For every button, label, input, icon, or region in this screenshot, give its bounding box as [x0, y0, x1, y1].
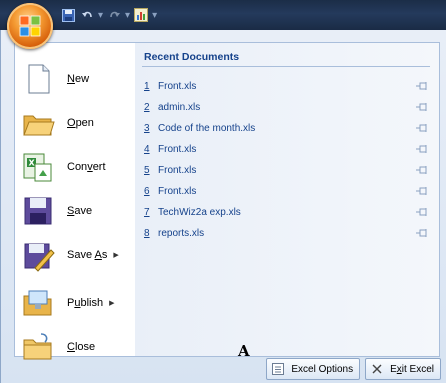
excel-options-label: Excel Options: [291, 363, 354, 375]
recent-documents-pane: Recent Documents 1 Front.xls 2 admin.xls…: [135, 42, 440, 357]
open-folder-icon: [23, 115, 55, 136]
pin-icon[interactable]: [415, 143, 429, 155]
recent-document-number: 7: [144, 206, 150, 218]
menu-item-publish[interactable]: Publish ▶: [21, 283, 129, 323]
recent-document-number: 5: [144, 164, 150, 176]
menu-footer: Excel Options Exit Excel: [266, 358, 441, 380]
left-command-pane: New Open X Convert Save Save As ▶ Publis…: [14, 42, 136, 360]
recent-document-item[interactable]: 8 reports.xls: [144, 224, 429, 242]
recent-document-name: reports.xls: [158, 227, 205, 239]
menu-item-save-as-label: Save As: [67, 249, 108, 261]
pin-icon[interactable]: [415, 80, 429, 92]
close-icon: [372, 364, 382, 374]
recent-document-name: Code of the month.xls: [158, 122, 256, 134]
recent-document-item[interactable]: 6 Front.xls: [144, 182, 429, 200]
exit-excel-label: Exit Excel: [390, 363, 434, 375]
submenu-arrow-icon: ▶: [113, 252, 119, 259]
menu-item-save-label: Save: [67, 205, 93, 217]
recent-document-name: Front.xls: [158, 185, 197, 197]
menu-item-new[interactable]: New: [21, 59, 129, 99]
recent-document-name: TechWiz2a exp.xls: [158, 206, 241, 218]
recent-document-number: 8: [144, 227, 150, 239]
recent-document-name: Front.xls: [158, 164, 197, 176]
recent-document-item[interactable]: 3 Code of the month.xls: [144, 119, 429, 137]
pin-icon[interactable]: [415, 101, 429, 113]
publish-icon: [23, 290, 52, 316]
pin-icon[interactable]: [415, 164, 429, 176]
pin-icon[interactable]: [415, 227, 429, 239]
office-menu: New Open X Convert Save Save As ▶ Publis…: [0, 30, 446, 383]
undo-icon[interactable]: [79, 7, 95, 23]
recent-document-item[interactable]: 5 Front.xls: [144, 161, 429, 179]
submenu-arrow-icon: ▶: [109, 300, 115, 307]
recent-document-number: 2: [144, 101, 150, 113]
menu-item-publish-label: Publish: [67, 297, 104, 309]
recent-document-number: 4: [144, 143, 150, 155]
redo-dropdown-icon[interactable]: ▾: [125, 10, 130, 21]
quick-access-toolbar: ▾ ▾ ▾: [60, 5, 157, 25]
excel-options-button[interactable]: Excel Options: [266, 358, 361, 380]
recent-documents-title: Recent Documents: [144, 51, 240, 63]
save-icon: [24, 197, 52, 225]
save-icon[interactable]: [60, 7, 76, 23]
recent-document-item[interactable]: 4 Front.xls: [144, 140, 429, 158]
menu-item-new-label: New: [67, 73, 90, 85]
convert-icon: X: [23, 153, 52, 182]
new-document-icon: [28, 64, 50, 94]
recent-document-item[interactable]: 2 admin.xls: [144, 98, 429, 116]
recent-document-name: Front.xls: [158, 143, 197, 155]
divider: [142, 66, 430, 67]
recent-document-name: admin.xls: [158, 101, 201, 113]
menu-item-close-label: Close: [67, 341, 96, 353]
office-button[interactable]: [7, 3, 53, 49]
menu-item-save-as[interactable]: Save As ▶: [21, 235, 129, 275]
pin-icon[interactable]: [415, 206, 429, 218]
office-logo-icon: [19, 15, 41, 37]
menu-item-close[interactable]: Close: [21, 327, 129, 367]
recent-document-number: 1: [144, 80, 150, 92]
recent-document-item[interactable]: 1 Front.xls: [144, 77, 429, 95]
recent-document-number: 3: [144, 122, 150, 134]
customize-toolbar-icon[interactable]: ▾: [152, 10, 157, 21]
menu-item-open[interactable]: Open: [21, 103, 129, 143]
recent-document-name: Front.xls: [158, 80, 197, 92]
exit-excel-button[interactable]: Exit Excel: [365, 358, 441, 380]
menu-item-save[interactable]: Save: [21, 191, 129, 231]
chart-icon[interactable]: [133, 7, 149, 23]
redo-icon[interactable]: [106, 7, 122, 23]
annotation-label: A: [238, 342, 250, 360]
menu-item-open-label: Open: [67, 117, 94, 129]
options-icon: [272, 363, 285, 375]
svg-text:X: X: [29, 159, 36, 168]
undo-dropdown-icon[interactable]: ▾: [98, 10, 103, 21]
menu-item-convert-label: Convert: [67, 161, 106, 173]
pin-icon[interactable]: [415, 122, 429, 134]
close-folder-icon: [23, 333, 52, 360]
recent-document-item[interactable]: 7 TechWiz2a exp.xls: [144, 203, 429, 221]
menu-item-convert[interactable]: X Convert: [21, 147, 129, 187]
pin-icon[interactable]: [415, 185, 429, 197]
save-as-icon: [24, 243, 55, 272]
title-bar: ▾ ▾ ▾: [0, 0, 446, 30]
recent-document-number: 6: [144, 185, 150, 197]
